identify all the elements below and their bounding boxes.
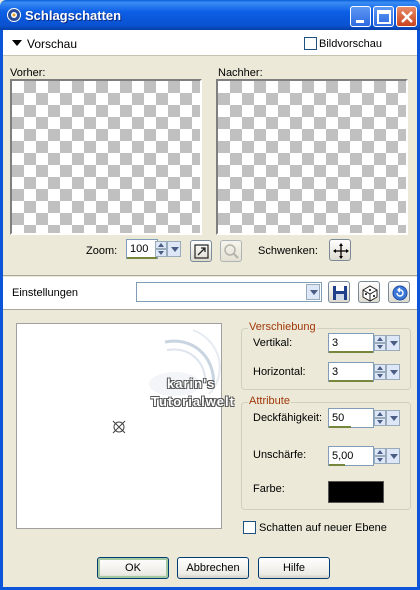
vertical-input[interactable]: 3 [328, 333, 374, 353]
settings-select[interactable] [136, 282, 322, 302]
title-bar[interactable]: Schlagschatten [0, 0, 420, 30]
cancel-button[interactable]: Abbrechen [177, 557, 249, 579]
blur-dropdown-button[interactable] [386, 448, 400, 464]
blur-slider[interactable] [329, 464, 345, 466]
maximize-icon [377, 10, 391, 24]
watermark-line2: Tutorialwelt [151, 394, 235, 409]
zoom-dropdown-button[interactable] [167, 241, 181, 257]
preview-toggle-label[interactable]: Vorschau [27, 37, 77, 51]
zoom-disabled-icon [224, 244, 239, 259]
zoom-input[interactable]: 100 [126, 239, 158, 259]
zoom-label: Zoom: [86, 245, 118, 257]
fit-icon [194, 244, 209, 259]
pan-button[interactable] [329, 239, 351, 261]
close-icon [401, 11, 413, 23]
help-button[interactable]: Hilfe [258, 557, 330, 579]
vertical-dropdown-button[interactable] [386, 335, 400, 351]
vertical-label: Vertikal: [253, 337, 293, 349]
horizontal-input[interactable]: 3 [328, 362, 374, 382]
save-icon [333, 286, 347, 300]
reset-button[interactable] [388, 281, 410, 303]
reset-icon [392, 285, 408, 301]
window-title: Schlagschatten [25, 8, 122, 23]
image-preview-checkbox[interactable] [304, 37, 317, 50]
horizontal-label: Horizontal: [253, 366, 306, 378]
settings-dropdown-button[interactable] [306, 284, 320, 300]
dice-icon [362, 285, 378, 302]
before-label: Vorher: [10, 67, 46, 79]
divider [3, 309, 417, 310]
zoom-actual-button[interactable] [220, 240, 242, 262]
shadow-color-swatch[interactable] [328, 481, 384, 503]
blur-label: Unschärfe: [253, 449, 307, 461]
horizontal-stepper[interactable] [374, 364, 386, 380]
opacity-input[interactable]: 50 [328, 408, 374, 428]
horizontal-slider[interactable] [329, 380, 373, 382]
pan-label: Schwenken: [258, 245, 318, 257]
collapse-triangle-icon[interactable] [12, 40, 22, 46]
random-button[interactable] [358, 281, 380, 303]
new-layer-label[interactable]: Schatten auf neuer Ebene [259, 522, 387, 534]
maximize-button[interactable] [373, 6, 394, 27]
pan-icon [333, 243, 349, 259]
attributes-group-title: Attribute [248, 395, 291, 407]
settings-label: Einstellungen [12, 287, 79, 299]
canvas-artwork [112, 329, 221, 434]
zoom-slider[interactable] [127, 257, 157, 259]
ok-button[interactable]: OK [97, 557, 169, 579]
offset-group-title: Verschiebung [248, 321, 317, 333]
color-label: Farbe: [253, 483, 285, 495]
fit-button[interactable] [190, 240, 212, 262]
offset-canvas[interactable]: karin's Tutorialwelt [16, 323, 234, 529]
close-button[interactable] [396, 6, 417, 27]
after-preview[interactable] [216, 79, 408, 235]
blur-input[interactable]: 5,00 [328, 446, 374, 466]
opacity-stepper[interactable] [374, 410, 386, 426]
before-preview[interactable] [10, 79, 202, 235]
image-preview-label[interactable]: Bildvorschau [319, 38, 382, 50]
watermark-line1: karin's [167, 376, 216, 391]
vertical-stepper[interactable] [374, 335, 386, 351]
app-icon[interactable] [6, 7, 22, 23]
save-settings-button[interactable] [328, 281, 350, 303]
after-label: Nachher: [218, 67, 263, 79]
divider [3, 275, 417, 276]
opacity-slider[interactable] [329, 426, 351, 428]
opacity-dropdown-button[interactable] [386, 410, 400, 426]
zoom-stepper[interactable] [155, 241, 167, 257]
minimize-icon [356, 20, 364, 23]
new-layer-checkbox[interactable] [243, 521, 256, 534]
minimize-button[interactable] [350, 6, 371, 27]
opacity-label: Deckfähigkeit: [253, 412, 323, 424]
blur-stepper[interactable] [374, 448, 386, 464]
horizontal-dropdown-button[interactable] [386, 364, 400, 380]
vertical-slider[interactable] [329, 351, 373, 353]
